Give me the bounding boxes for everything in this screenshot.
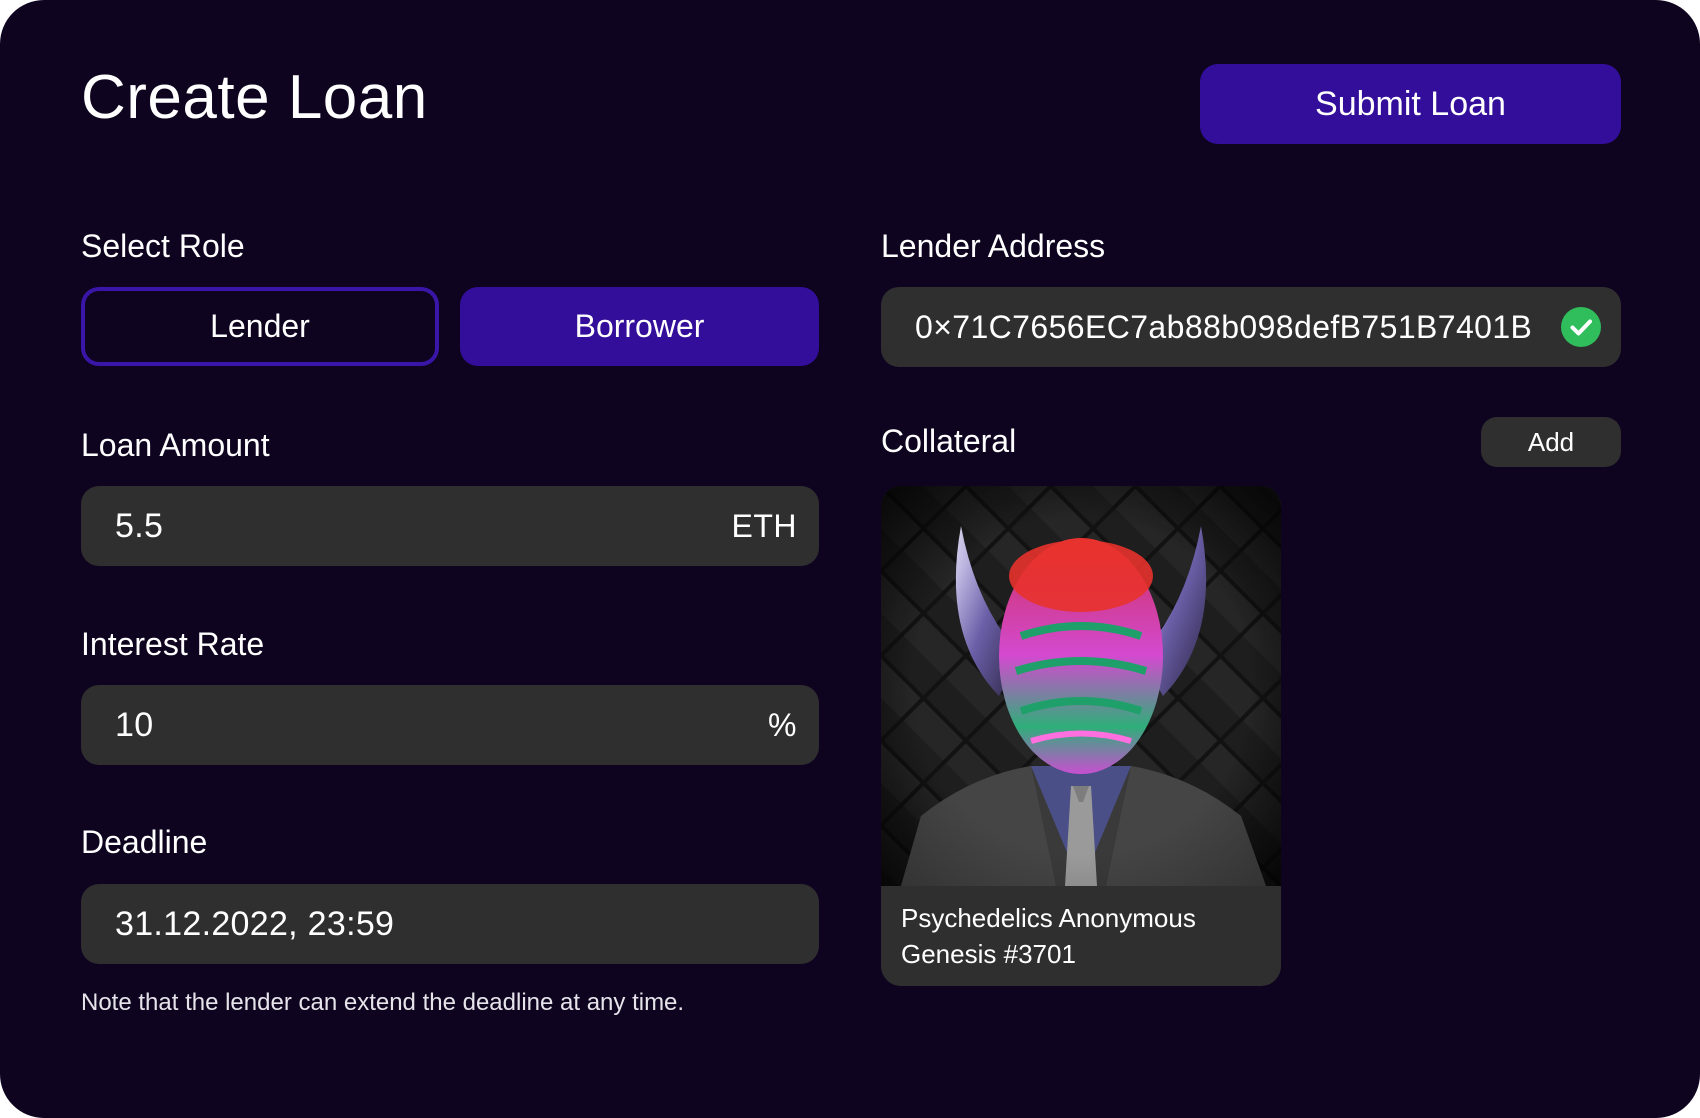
add-collateral-button[interactable]: Add (1481, 417, 1621, 467)
page-title: Create Loan (81, 63, 428, 132)
interest-rate-unit: % (768, 706, 797, 743)
submit-loan-button[interactable]: Submit Loan (1200, 64, 1621, 144)
nft-name-line2: Genesis #3701 (901, 939, 1076, 969)
nft-name-line1: Psychedelics Anonymous (901, 903, 1196, 933)
deadline-input[interactable]: 31.12.2022, 23:59 (81, 884, 819, 964)
nft-name: Psychedelics Anonymous Genesis #3701 (901, 900, 1261, 972)
lender-address-label: Lender Address (881, 228, 1106, 264)
lender-address-input[interactable]: 0×71C7656EC7ab88b098defB751B7401B (881, 287, 1621, 367)
check-circle-icon (1561, 307, 1601, 347)
loan-amount-label: Loan Amount (81, 427, 270, 463)
role-lender-button[interactable]: Lender (81, 287, 439, 366)
create-loan-panel: Create Loan Submit Loan Select Role Lend… (0, 0, 1700, 1118)
deadline-value: 31.12.2022, 23:59 (115, 904, 395, 943)
lender-address-value: 0×71C7656EC7ab88b098defB751B7401B (915, 308, 1533, 345)
role-borrower-button[interactable]: Borrower (460, 287, 819, 366)
loan-amount-unit: ETH (731, 507, 797, 544)
deadline-note: Note that the lender can extend the dead… (81, 989, 685, 1016)
select-role-label: Select Role (81, 228, 245, 264)
interest-rate-value: 10 (115, 705, 154, 744)
interest-rate-input[interactable]: 10 % (81, 685, 819, 765)
collateral-label: Collateral (881, 423, 1017, 459)
nft-artwork-image (881, 486, 1281, 886)
collateral-nft-card[interactable]: Psychedelics Anonymous Genesis #3701 (881, 486, 1281, 986)
deadline-label: Deadline (81, 824, 208, 860)
loan-amount-input[interactable]: 5.5 ETH (81, 486, 819, 566)
loan-amount-value: 5.5 (115, 506, 164, 545)
interest-rate-label: Interest Rate (81, 626, 265, 662)
